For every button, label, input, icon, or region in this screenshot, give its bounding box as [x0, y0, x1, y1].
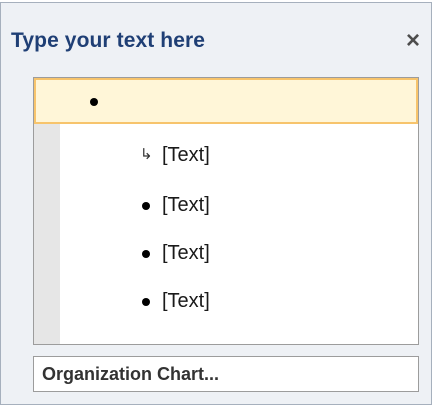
- list-item-text: [Text]: [162, 194, 210, 216]
- pane-title: Type your text here: [11, 29, 206, 52]
- close-icon[interactable]: ×: [399, 27, 427, 55]
- list-item[interactable]: [Text]: [34, 278, 418, 326]
- bullet-icon: [142, 298, 150, 306]
- list-item[interactable]: [Text]: [34, 230, 418, 278]
- list-item-text: [Text]: [162, 144, 210, 166]
- list-item-text: [Text]: [162, 290, 210, 312]
- return-arrow-icon: ↳: [140, 146, 153, 163]
- text-entry-area[interactable]: ↳ [Text] [Text] [Text] [Text]: [33, 77, 419, 345]
- list-item[interactable]: [34, 78, 418, 124]
- bullet-icon: [142, 202, 150, 210]
- list-item[interactable]: ↳ [Text]: [34, 132, 418, 180]
- bullet-icon: [90, 98, 98, 106]
- text-pane: Type your text here × ↳ [Text] [Text] [T…: [0, 2, 432, 405]
- list-item[interactable]: [Text]: [34, 182, 418, 230]
- bullet-icon: [142, 250, 150, 258]
- organization-chart-link[interactable]: Organization Chart...: [33, 356, 419, 392]
- list-item-text: [Text]: [162, 242, 210, 264]
